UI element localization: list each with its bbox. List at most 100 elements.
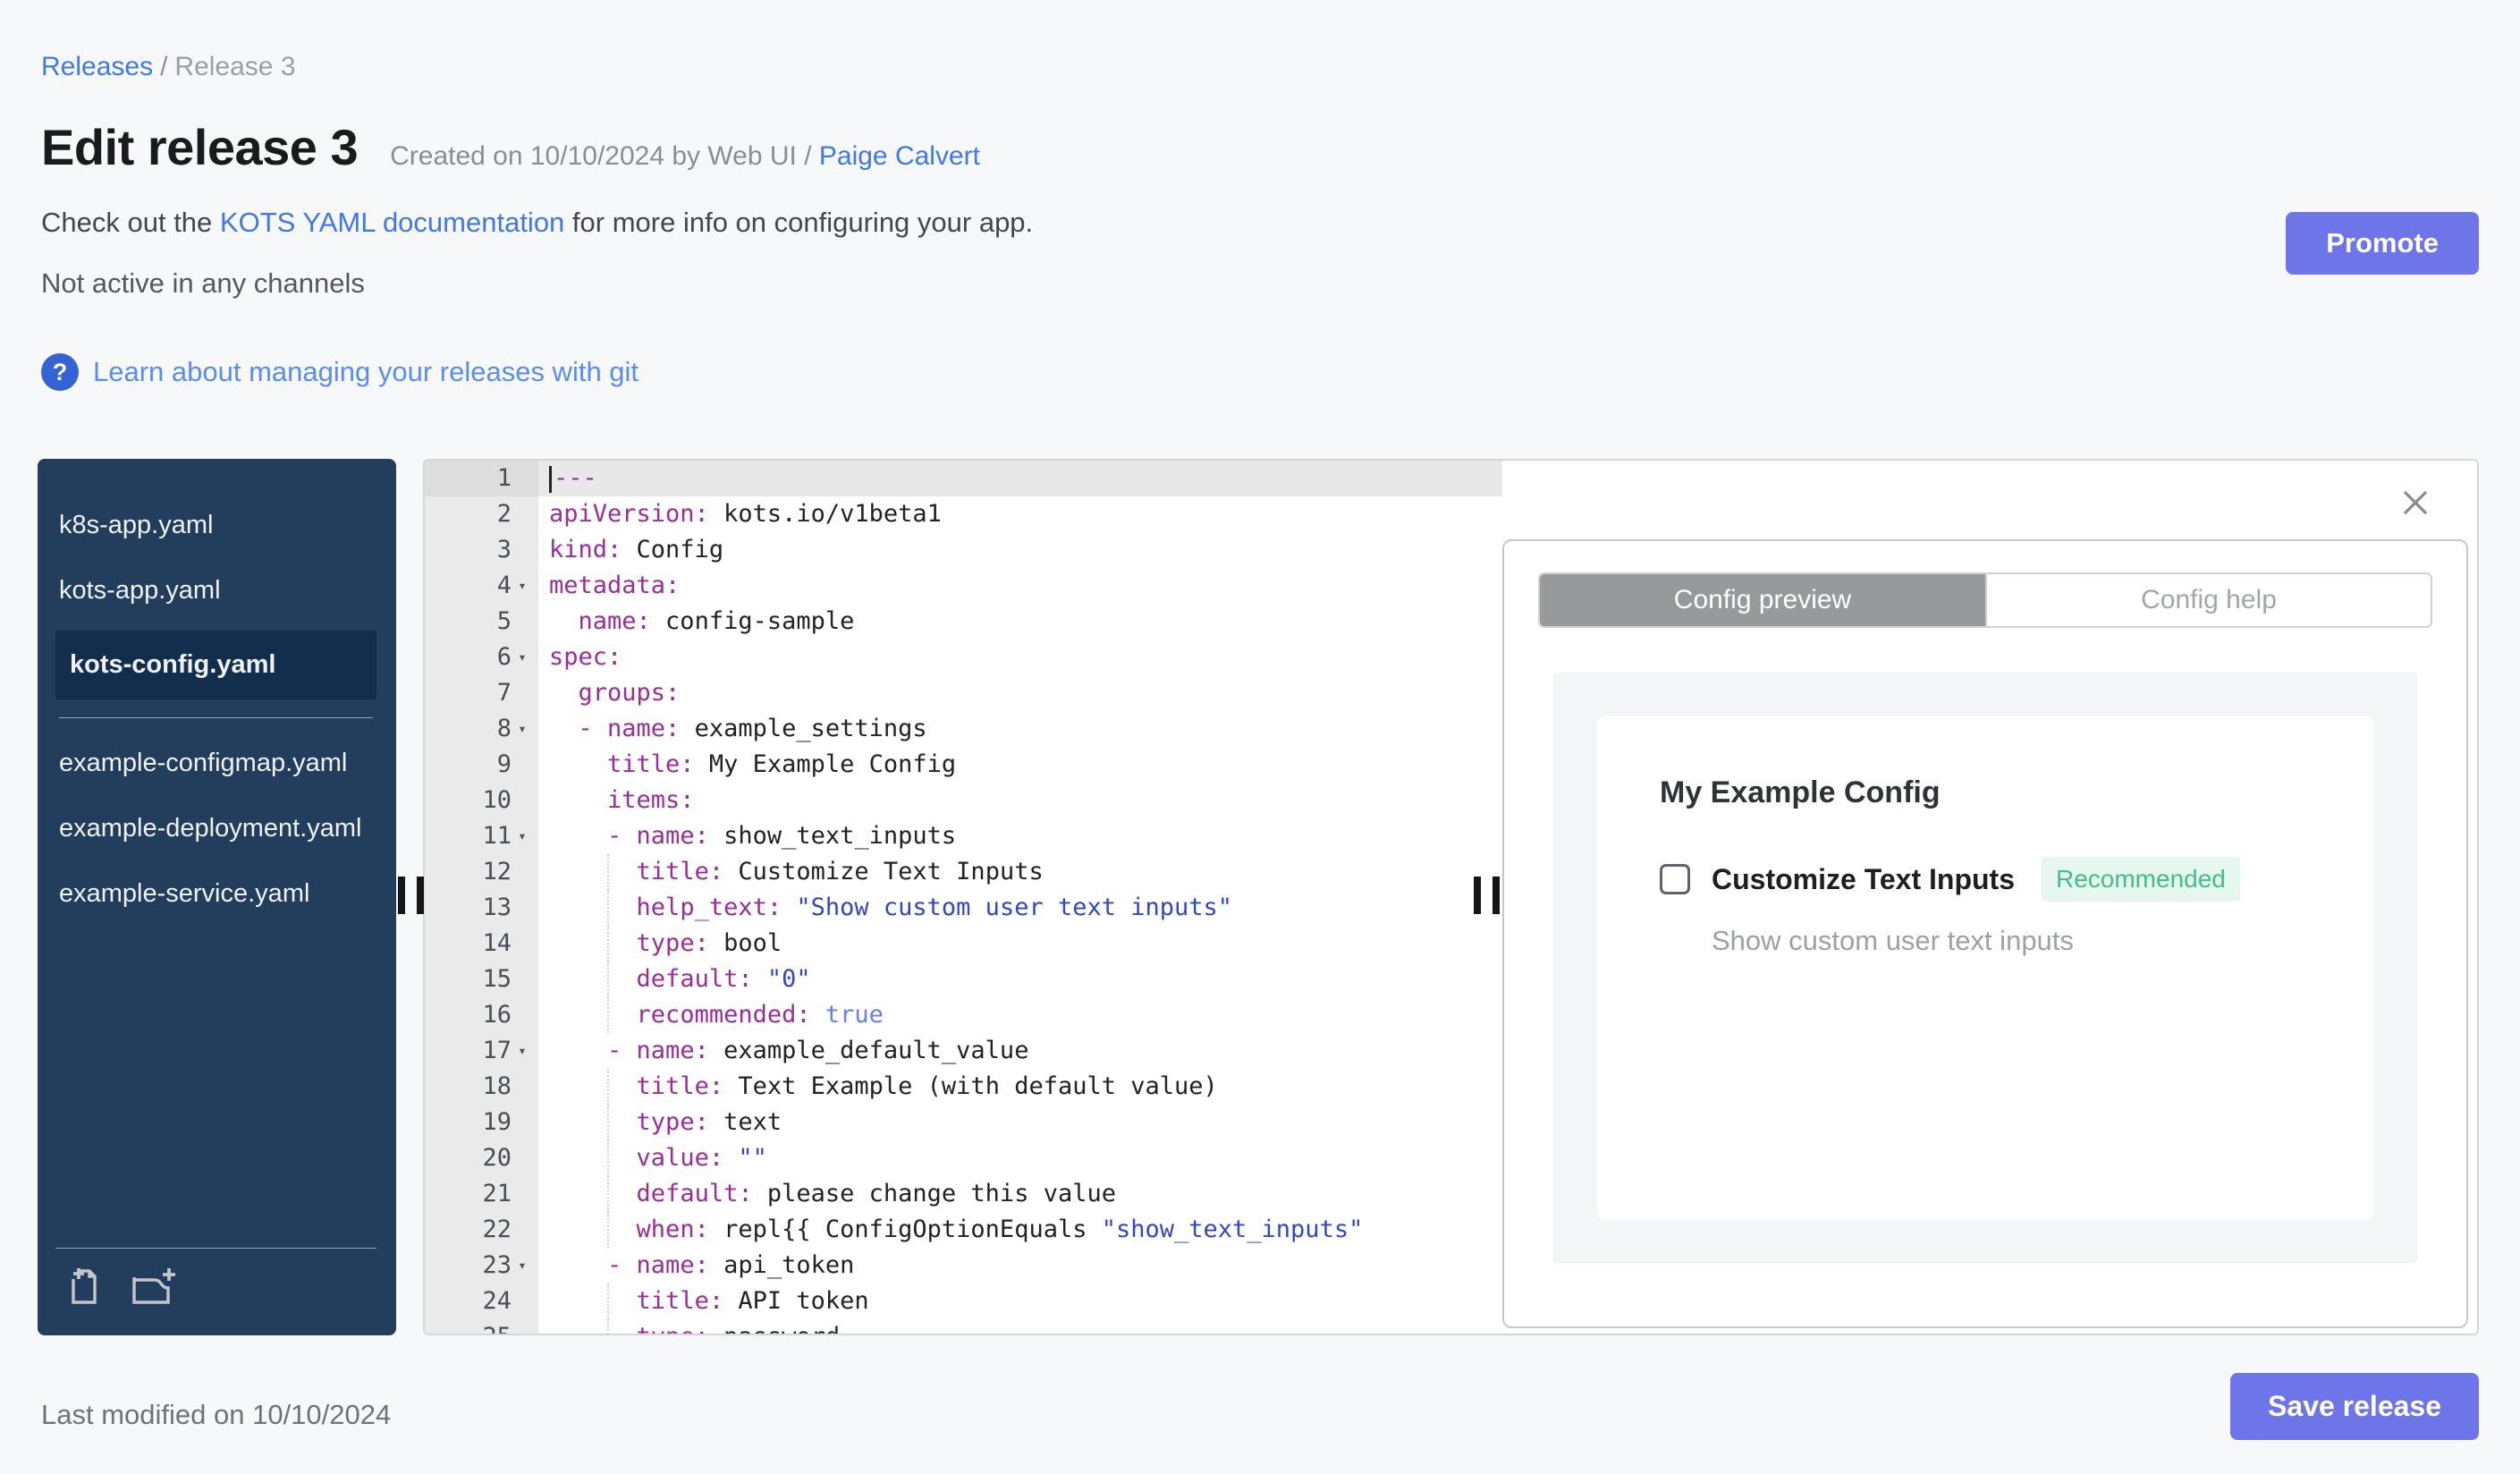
code-line[interactable]: 4 ▾ metadata: <box>425 568 1502 604</box>
indent-guide <box>607 961 609 997</box>
line-number: 21 <box>425 1176 538 1212</box>
line-number: 12 <box>425 854 538 890</box>
line-number: 17 ▾ <box>425 1033 538 1069</box>
promote-button[interactable]: Promote <box>2286 212 2479 275</box>
fold-arrow-icon[interactable]: ▾ <box>512 818 533 854</box>
line-number: 23 ▾ <box>425 1248 538 1283</box>
sidebar-item-example-configmap.yaml[interactable]: example-configmap.yaml <box>55 731 374 796</box>
code-text: type: text <box>538 1105 1502 1140</box>
code-line[interactable]: 19 type: text <box>425 1105 1502 1140</box>
code-line[interactable]: 11 ▾ - name: show_text_inputs <box>425 818 1502 854</box>
code-text: spec: <box>549 643 622 671</box>
config-group-card: My Example Config Customize Text Inputs … <box>1597 716 2373 1219</box>
fold-arrow-icon[interactable]: ▾ <box>512 711 533 747</box>
code-text: title: API token <box>538 1283 1502 1319</box>
last-modified-text: Last modified on 10/10/2024 <box>41 1398 392 1430</box>
code-editor[interactable]: 1 --- 2 apiVersion: kots.io/v1beta1 3 kind: C… <box>425 461 1502 1334</box>
code-text: - name: api_token <box>607 1251 855 1279</box>
code-text: - name: show_text_inputs <box>607 822 957 850</box>
file-list: k8s-app.yaml kots-app.yaml kots-config.yam… <box>55 493 376 1248</box>
code-line[interactable]: 20 value: "" <box>425 1140 1502 1176</box>
code-line[interactable]: 7 groups: <box>425 675 1502 711</box>
code-line[interactable]: 14 type: bool <box>425 926 1502 961</box>
line-number: 6 ▾ <box>425 640 538 675</box>
doc-line: Check out the KOTS YAML documentation fo… <box>41 207 2479 239</box>
question-mark-icon: ? <box>41 353 79 391</box>
indent-guide <box>607 997 609 1033</box>
config-preview-pane: Config preview Config help My Example Con… <box>1502 461 2477 1334</box>
sidebar-item-kots-app.yaml[interactable]: kots-app.yaml <box>55 558 374 623</box>
code-line[interactable]: 10 items: <box>425 783 1502 818</box>
code-line[interactable]: 16 recommended: true <box>425 997 1502 1033</box>
line-number: 13 <box>425 890 538 926</box>
created-by-link[interactable]: Paige Calvert <box>819 141 980 171</box>
add-folder-icon[interactable] <box>131 1266 177 1312</box>
code-line[interactable]: 22 when: repl{{ ConfigOptionEquals "show… <box>425 1212 1502 1248</box>
sidebar-item-k8s-app.yaml[interactable]: k8s-app.yaml <box>55 493 374 558</box>
resize-handle-left[interactable] <box>398 877 424 914</box>
add-file-icon[interactable] <box>64 1266 106 1312</box>
code-line[interactable]: 12 title: Customize Text Inputs <box>425 854 1502 890</box>
doc-prefix: Check out the <box>41 207 220 238</box>
code-line[interactable]: 3 kind: Config <box>425 532 1502 568</box>
code-text: title: My Example Config <box>607 750 957 778</box>
breadcrumb: Releases / Release 3 <box>41 52 2479 82</box>
config-preview-card: Config preview Config help My Example Con… <box>1502 539 2468 1328</box>
close-icon[interactable] <box>2398 486 2432 524</box>
code-text: title: Customize Text Inputs <box>538 854 1502 890</box>
tab-config-help[interactable]: Config help <box>1985 574 2431 626</box>
title-row: Edit release 3 Created on 10/10/2024 by … <box>41 118 2479 176</box>
line-number: 25 <box>425 1319 538 1334</box>
fold-arrow-icon[interactable]: ▾ <box>512 568 533 604</box>
tab-config-preview[interactable]: Config preview <box>1540 574 1985 626</box>
git-help-row[interactable]: ? Learn about managing your releases wit… <box>41 353 2479 391</box>
code-line[interactable]: 5 name: config-sample <box>425 604 1502 640</box>
recommended-badge: Recommended <box>2041 857 2240 902</box>
breadcrumb-releases-link[interactable]: Releases <box>41 52 153 81</box>
sidebar-item-example-deployment.yaml[interactable]: example-deployment.yaml <box>55 796 374 861</box>
code-line[interactable]: 21 default: please change this value <box>425 1176 1502 1212</box>
code-line[interactable]: 24 title: API token <box>425 1283 1502 1319</box>
resize-handle-right[interactable] <box>1474 877 1500 914</box>
line-number: 1 <box>425 461 538 496</box>
save-release-button[interactable]: Save release <box>2230 1373 2479 1440</box>
code-text: help_text: "Show custom user text inputs… <box>538 890 1502 926</box>
sidebar-item-kots-config.yaml[interactable]: kots-config.yaml <box>55 631 376 699</box>
indent-guide <box>607 1069 609 1105</box>
page-title: Edit release 3 <box>41 119 359 175</box>
code-line[interactable]: 15 default: "0" <box>425 961 1502 997</box>
code-line[interactable]: 25 type: password <box>425 1319 1502 1334</box>
doc-suffix: for more info on configuring your app. <box>564 207 1034 238</box>
config-preview-surface: My Example Config Customize Text Inputs … <box>1553 673 2417 1263</box>
code-line[interactable]: 23 ▾ - name: api_token <box>425 1248 1502 1283</box>
code-line[interactable]: 8 ▾ - name: example_settings <box>425 711 1502 747</box>
git-releases-link[interactable]: Learn about managing your releases with … <box>93 356 638 388</box>
kots-doc-link[interactable]: KOTS YAML documentation <box>220 207 564 238</box>
code-text: metadata: <box>549 572 681 599</box>
config-item-row: Customize Text Inputs Recommended <box>1660 857 2311 902</box>
code-line[interactable]: 2 apiVersion: kots.io/v1beta1 <box>425 496 1502 532</box>
line-number: 8 ▾ <box>425 711 538 747</box>
config-item-label: Customize Text Inputs <box>1712 862 2015 895</box>
code-line[interactable]: 6 ▾ spec: <box>425 640 1502 675</box>
indent-guide <box>607 1105 609 1140</box>
code-line[interactable]: 17 ▾ - name: example_default_value <box>425 1033 1502 1069</box>
code-text: title: Text Example (with default value) <box>538 1069 1502 1105</box>
file-sidebar: k8s-app.yaml kots-app.yaml kots-config.yam… <box>38 459 396 1335</box>
line-number: 3 <box>425 532 538 568</box>
config-item-help-text: Show custom user text inputs <box>1712 925 2074 956</box>
text-cursor <box>549 465 552 493</box>
fold-arrow-icon[interactable]: ▾ <box>512 1248 533 1283</box>
code-text: name: config-sample <box>578 607 855 635</box>
fold-arrow-icon[interactable]: ▾ <box>512 640 533 675</box>
fold-arrow-icon[interactable]: ▾ <box>512 1033 533 1069</box>
customize-text-inputs-checkbox[interactable] <box>1660 864 1690 894</box>
code-text: items: <box>607 786 695 814</box>
code-line[interactable]: 9 title: My Example Config <box>425 747 1502 783</box>
sidebar-item-example-service.yaml[interactable]: example-service.yaml <box>55 861 374 927</box>
code-line[interactable]: 18 title: Text Example (with default val… <box>425 1069 1502 1105</box>
footer: Last modified on 10/10/2024 Save release <box>41 1373 2479 1440</box>
code-line[interactable]: 1 --- <box>425 461 1502 496</box>
code-text: groups: <box>578 679 681 707</box>
code-line[interactable]: 13 help_text: "Show custom user text inp… <box>425 890 1502 926</box>
